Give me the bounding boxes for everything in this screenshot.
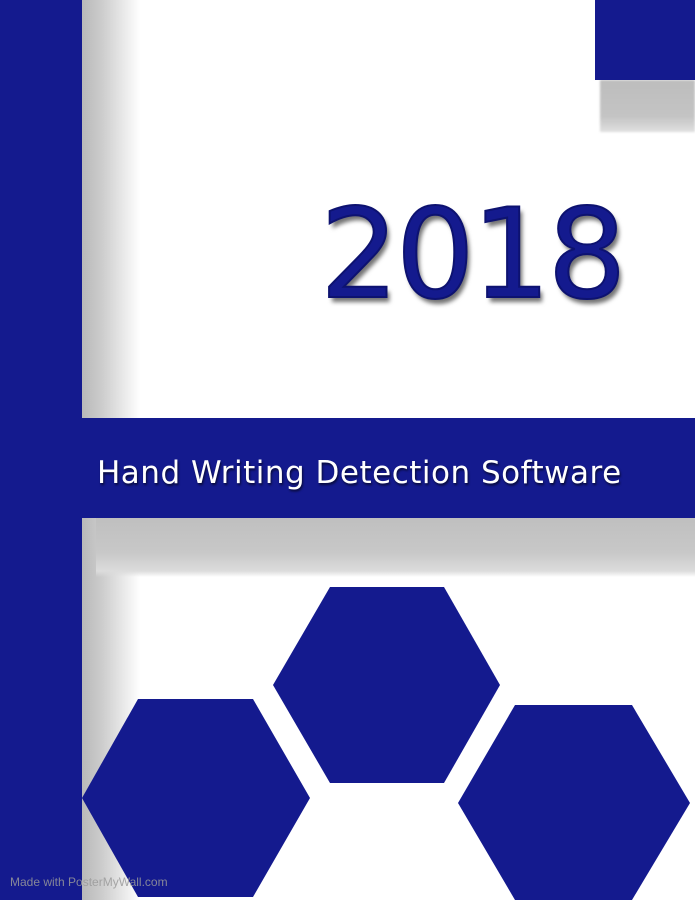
hexagon-bottom-left xyxy=(82,699,310,897)
hexagon-top-center xyxy=(273,587,500,783)
hexagon-bottom-right xyxy=(458,705,690,900)
watermark-text: Made with PosterMyWall.com xyxy=(10,875,168,889)
poster: 2018 Hand Writing Detection Software Mad… xyxy=(0,0,695,900)
hexagon-group xyxy=(82,587,690,900)
